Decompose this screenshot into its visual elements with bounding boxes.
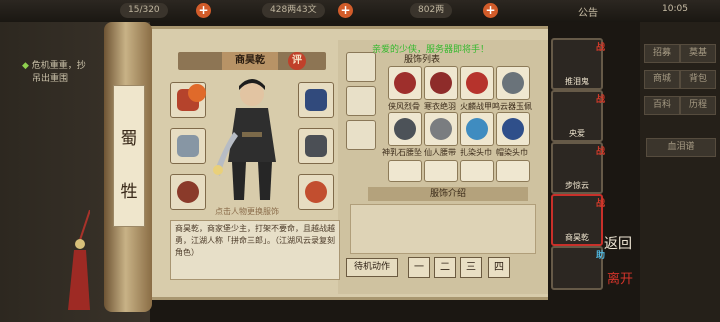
pose-button-2[interactable]: 二 bbox=[434, 257, 456, 278]
outfit-intro-title: 服饰介绍 bbox=[368, 187, 528, 201]
tab-blood-tears[interactable]: 血泪谱 bbox=[646, 138, 716, 157]
accessory-slot-3[interactable] bbox=[346, 120, 376, 150]
outfit-item[interactable] bbox=[496, 66, 530, 100]
armor-icon bbox=[305, 135, 327, 157]
idle-action-button[interactable]: 待机动作 bbox=[346, 258, 398, 277]
robe-icon bbox=[430, 72, 452, 94]
headband-icon bbox=[502, 118, 524, 140]
slot-weapon-2[interactable] bbox=[170, 128, 206, 164]
tassel-icon bbox=[68, 210, 90, 310]
character-description: 商昊乾，商家堡少主，打架不要命，且越战越勇，江湖人称「拼命三郎」。（江湖风云录复… bbox=[170, 220, 340, 280]
portrait-name: 央爱 bbox=[569, 129, 585, 138]
armor-icon bbox=[466, 72, 488, 94]
outfit-item[interactable] bbox=[496, 112, 530, 146]
slot-accessory[interactable] bbox=[298, 174, 334, 210]
pendant-icon bbox=[502, 72, 524, 94]
rating-button[interactable]: 评 bbox=[288, 52, 306, 70]
add-stamina-button[interactable]: + bbox=[196, 3, 211, 18]
helmet-icon bbox=[305, 89, 327, 111]
robe-icon bbox=[394, 72, 416, 94]
character-name: 商昊乾 bbox=[222, 52, 278, 70]
right-menu-panel: 招募 莫基 商城 背包 百科 历程 血泪谱 bbox=[640, 22, 720, 322]
top-status-bar: 15/320 + 428两43文 + 802两 + 公告 10:05 bbox=[0, 0, 720, 22]
wardrobe-title: 服饰列表 bbox=[404, 55, 441, 65]
scroll-label: 蜀 牲 bbox=[113, 85, 145, 227]
outfit-item[interactable] bbox=[424, 112, 458, 146]
quest-tracker[interactable]: ◆ 危机重重，抄 吊出重围 bbox=[22, 60, 86, 86]
quest-line-1: 危机重重，抄 bbox=[31, 61, 86, 71]
outfit-item[interactable] bbox=[388, 160, 422, 182]
outfit-item[interactable] bbox=[424, 160, 458, 182]
portrait-card[interactable]: 战 央爱 bbox=[551, 90, 605, 142]
change-outfit-hint: 点击人物更换服饰 bbox=[215, 207, 279, 216]
battle-tag: 战 bbox=[595, 43, 605, 53]
quest-bullet-icon: ◆ bbox=[22, 61, 29, 71]
outfit-item[interactable] bbox=[460, 112, 494, 146]
leave-button[interactable]: 离开 bbox=[607, 272, 633, 287]
character-avatar[interactable] bbox=[206, 72, 296, 204]
outfit-item[interactable] bbox=[496, 160, 530, 182]
quest-line-2: 吊出重围 bbox=[32, 74, 69, 84]
announcement-button[interactable]: 公告 bbox=[578, 4, 598, 19]
sword-icon bbox=[177, 135, 199, 157]
accessory-slot-2[interactable] bbox=[346, 86, 376, 116]
silver-counter: 428两43文 bbox=[262, 3, 325, 18]
add-gold-button[interactable]: + bbox=[483, 3, 498, 18]
gold-counter: 802两 bbox=[410, 3, 453, 18]
menu-foundation[interactable]: 莫基 bbox=[680, 44, 716, 63]
belt-icon bbox=[430, 118, 452, 140]
menu-journey[interactable]: 历程 bbox=[680, 96, 716, 115]
outfit-item[interactable] bbox=[460, 160, 494, 182]
slot-helmet[interactable] bbox=[298, 82, 334, 118]
portrait-card[interactable]: 助 bbox=[551, 246, 605, 290]
portrait-name: 推泪鬼 bbox=[565, 77, 589, 86]
waist-pendant-icon bbox=[394, 118, 416, 140]
headband-icon bbox=[466, 118, 488, 140]
menu-wiki[interactable]: 百科 bbox=[644, 96, 680, 115]
stamina-counter: 15/320 bbox=[120, 3, 168, 18]
scroll-label-char-2: 牲 bbox=[120, 182, 138, 202]
menu-bag[interactable]: 背包 bbox=[680, 70, 716, 89]
outfit-item[interactable] bbox=[460, 66, 494, 100]
pose-button-4[interactable]: 四 bbox=[488, 257, 510, 278]
outfit-item[interactable] bbox=[388, 66, 422, 100]
battle-tag: 战 bbox=[595, 95, 605, 105]
pendant-icon bbox=[305, 181, 327, 203]
accessory-slot-1[interactable] bbox=[346, 52, 376, 82]
outfit-intro-box bbox=[350, 204, 536, 254]
portrait-card[interactable]: 战 步惊云 bbox=[551, 142, 605, 194]
outfit-item[interactable] bbox=[388, 112, 422, 146]
item-name: 鸣云器玉佩 bbox=[492, 102, 532, 111]
slot-ring[interactable] bbox=[170, 174, 206, 210]
ring-icon bbox=[177, 181, 199, 203]
menu-recruit[interactable]: 招募 bbox=[644, 44, 680, 63]
portrait-name: 步惊云 bbox=[565, 181, 589, 190]
menu-shop[interactable]: 商城 bbox=[644, 70, 680, 89]
add-silver-button[interactable]: + bbox=[338, 3, 353, 18]
battle-tag: 战 bbox=[595, 199, 605, 209]
portrait-name: 商昊乾 bbox=[565, 233, 589, 242]
pose-button-1[interactable]: 一 bbox=[408, 257, 430, 278]
clock: 10:05 bbox=[662, 4, 688, 14]
pose-button-3[interactable]: 三 bbox=[460, 257, 482, 278]
outfit-item[interactable] bbox=[424, 66, 458, 100]
portrait-card-selected[interactable]: 战 商昊乾 bbox=[551, 194, 605, 246]
item-name: 帽染头巾 bbox=[496, 148, 528, 157]
battle-tag: 战 bbox=[595, 147, 605, 157]
badge-icon bbox=[188, 84, 206, 102]
portrait-card[interactable]: 战 推泪鬼 bbox=[551, 38, 605, 90]
slot-armor[interactable] bbox=[298, 128, 334, 164]
scroll-label-char-1: 蜀 bbox=[120, 129, 138, 149]
back-button[interactable]: 返回 bbox=[604, 236, 632, 252]
